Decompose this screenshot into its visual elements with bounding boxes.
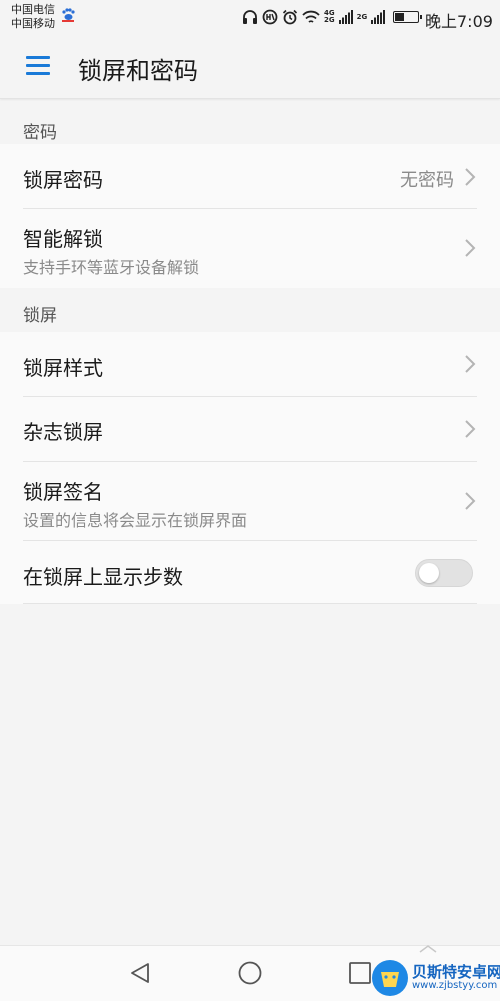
page-title: 锁屏和密码 bbox=[78, 57, 198, 85]
title-bar: 锁屏和密码 bbox=[0, 34, 500, 99]
chevron-right-icon bbox=[465, 492, 476, 510]
signal-strength-icon-2 bbox=[371, 10, 386, 24]
watermark-text: 贝斯特安卓网 bbox=[412, 963, 500, 981]
carrier-label-1: 中国电信 bbox=[11, 3, 55, 16]
signal-strength-icon-1 bbox=[338, 10, 353, 24]
chevron-right-icon bbox=[465, 168, 476, 186]
network-type-1: 4G 2G bbox=[324, 9, 335, 24]
hamburger-menu-icon[interactable] bbox=[14, 44, 62, 88]
section-header-lock-screen: 锁屏 bbox=[0, 288, 500, 332]
section-header-password: 密码 bbox=[0, 105, 500, 149]
show-steps-toggle[interactable] bbox=[415, 559, 473, 587]
chevron-right-icon bbox=[465, 355, 476, 373]
carrier-label-2: 中国移动 bbox=[11, 17, 55, 30]
divider bbox=[23, 603, 477, 604]
wifi-icon bbox=[302, 10, 320, 23]
smart-unlock-item[interactable]: 智能解锁 支持手环等蓝牙设备解锁 bbox=[0, 209, 500, 288]
lock-screen-settings-card: 锁屏样式 杂志锁屏 锁屏签名 设置的信息将会显示在锁屏界面 在锁屏上显示步数 bbox=[0, 332, 500, 604]
battery-level bbox=[395, 13, 405, 21]
status-time: 晚上7:09 bbox=[425, 12, 493, 31]
watermark-logo: 贝斯特安卓网 www.zjbstyy.com bbox=[370, 958, 500, 1000]
back-triangle-icon[interactable] bbox=[110, 946, 170, 1001]
network-type-2: 2G bbox=[356, 12, 368, 21]
hd-call-icon bbox=[262, 9, 278, 25]
show-steps-item: 在锁屏上显示步数 bbox=[0, 541, 500, 604]
lock-screen-password-item[interactable]: 锁屏密码 无密码 bbox=[0, 144, 500, 208]
lock-screen-signature-item[interactable]: 锁屏签名 设置的信息将会显示在锁屏界面 bbox=[0, 462, 500, 540]
status-bar: 中国电信 中国移动 4G 2G 2G 晚上7:09 bbox=[0, 0, 500, 34]
notification-app-icon bbox=[62, 8, 75, 22]
chevron-up-icon[interactable] bbox=[419, 944, 437, 954]
lock-screen-style-item[interactable]: 锁屏样式 bbox=[0, 332, 500, 396]
alarm-clock-icon bbox=[282, 9, 298, 25]
toggle-knob bbox=[419, 563, 439, 583]
watermark-badge-icon bbox=[372, 960, 408, 996]
home-circle-icon[interactable] bbox=[220, 946, 280, 1001]
headset-icon bbox=[243, 10, 257, 24]
chevron-right-icon bbox=[465, 239, 476, 257]
battery-icon bbox=[393, 11, 423, 23]
password-status-value: 无密码 bbox=[400, 170, 454, 191]
watermark-url: www.zjbstyy.com bbox=[412, 980, 498, 991]
chevron-right-icon bbox=[465, 420, 476, 438]
password-settings-card: 锁屏密码 无密码 智能解锁 支持手环等蓝牙设备解锁 bbox=[0, 144, 500, 288]
magazine-lock-screen-item[interactable]: 杂志锁屏 bbox=[0, 397, 500, 461]
